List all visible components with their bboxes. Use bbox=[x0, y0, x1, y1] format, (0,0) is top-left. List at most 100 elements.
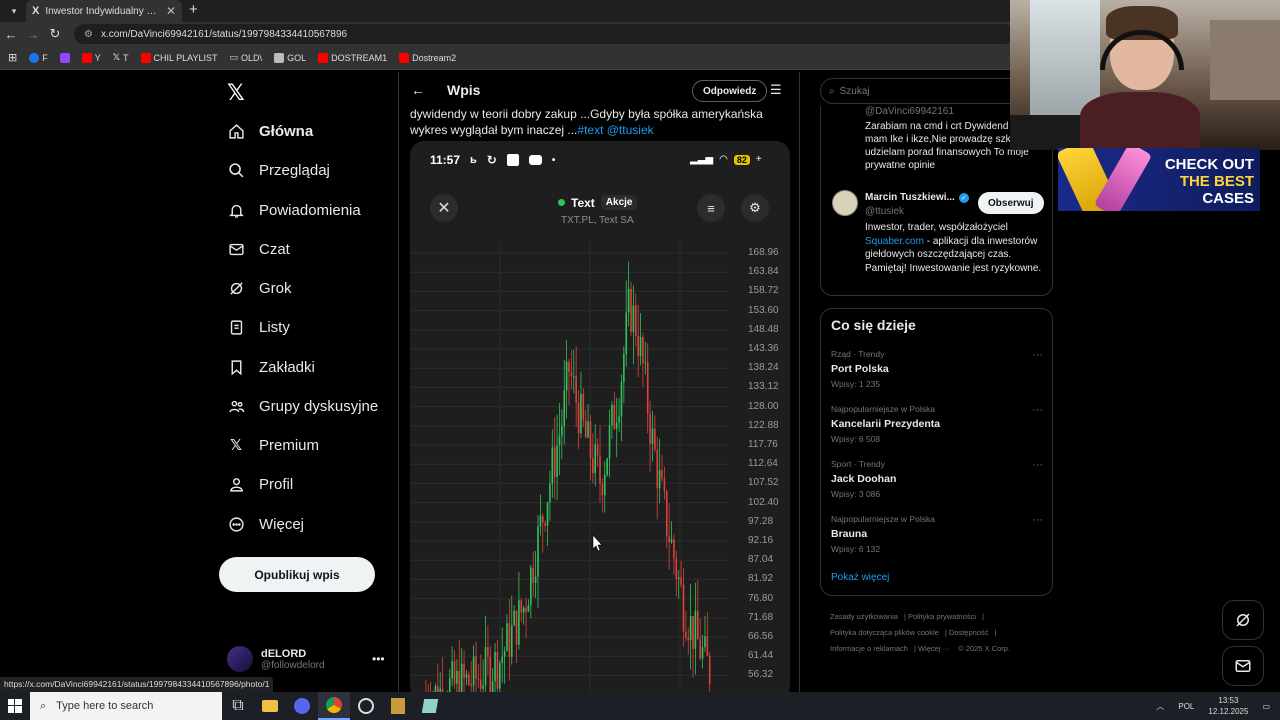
bookmark-item[interactable]: Y bbox=[81, 52, 101, 63]
tab-search-chevron-icon[interactable]: ▾ bbox=[6, 3, 22, 19]
mention-link[interactable]: @ttusiek bbox=[607, 123, 654, 137]
post-button[interactable]: Opublikuj wpis bbox=[219, 557, 375, 592]
chart-canvas bbox=[410, 241, 728, 692]
windows-start-icon[interactable] bbox=[0, 699, 30, 713]
footer-link[interactable]: Polityka dotycząca plików cookie bbox=[830, 628, 939, 637]
sidebar-item-grok[interactable]: Grok bbox=[227, 279, 292, 297]
close-icon: ✕ bbox=[430, 194, 458, 222]
show-more-link[interactable]: Pokaż więcej bbox=[831, 572, 889, 583]
language-indicator[interactable]: POL bbox=[1178, 702, 1194, 711]
forward-arrow-icon[interactable]: → bbox=[22, 27, 44, 42]
system-tray: ︿ POL 13:53 12.12.2025 ▭ bbox=[1156, 692, 1280, 720]
apps-grid-icon[interactable]: ⊞ bbox=[8, 51, 17, 64]
back-arrow-icon[interactable]: ← bbox=[0, 27, 22, 42]
post-image[interactable]: 11:57 ь ↻ • ▂▃▅ ◠ 82 + ✕ Text Akcje TXT.… bbox=[410, 141, 790, 692]
candle-body bbox=[482, 685, 484, 689]
chrome-icon[interactable] bbox=[318, 692, 350, 720]
webcam-person-shirt bbox=[1080, 92, 1200, 150]
youtube-icon bbox=[399, 52, 410, 63]
messages-fab-button[interactable] bbox=[1222, 646, 1264, 686]
trend-item[interactable]: Sport · Trendy Jack Doohan Wpisy: 3 086 … bbox=[831, 459, 1043, 499]
trend-item[interactable]: Rząd · Trendy Port Polska Wpisy: 1 235 ·… bbox=[831, 349, 1043, 389]
footer-link[interactable]: Zasady użytkowania bbox=[830, 612, 898, 621]
bookmark-item[interactable]: ▭ OLD\ bbox=[230, 52, 263, 63]
candle-body bbox=[618, 416, 620, 423]
bookmark-item[interactable]: F bbox=[29, 52, 48, 63]
trend-item[interactable]: Najpopularniejsze w Polska Kancelarii Pr… bbox=[831, 404, 1043, 444]
bio-link[interactable]: Squaber.com bbox=[865, 236, 924, 247]
bell-icon bbox=[227, 201, 245, 219]
footer-link[interactable]: Polityka prywatności bbox=[908, 612, 976, 621]
candle-body bbox=[682, 584, 685, 632]
sidebar-item-bookmarks[interactable]: Zakładki bbox=[227, 358, 315, 376]
sidebar-item-home[interactable]: Główna bbox=[227, 122, 313, 140]
discord-icon[interactable] bbox=[286, 692, 318, 720]
post-text: dywidendy w teorii dobry zakup ...Gdyby … bbox=[410, 106, 790, 138]
candle-body bbox=[456, 670, 458, 684]
bookmark-item[interactable] bbox=[59, 52, 70, 63]
bookmark-item[interactable]: DOSTREAM1 bbox=[318, 52, 387, 63]
candle-body bbox=[551, 447, 554, 484]
url-field[interactable]: ⚙ x.com/DaVinci69942161/status/199798433… bbox=[74, 24, 1014, 44]
follow-button[interactable]: Obserwuj bbox=[978, 192, 1044, 214]
more-dots-icon[interactable]: ··· bbox=[1032, 514, 1043, 526]
task-view-icon[interactable]: ⧉ bbox=[222, 692, 254, 720]
bookmark-item[interactable]: Dostream2 bbox=[399, 52, 456, 63]
hashtag-link[interactable]: #text bbox=[577, 123, 603, 137]
notification-icon[interactable]: ▭ bbox=[1262, 702, 1270, 711]
footer-link[interactable]: Informacje o reklamach bbox=[830, 644, 908, 653]
candle-body bbox=[582, 393, 585, 421]
sidebar-item-notifications[interactable]: Powiadomienia bbox=[227, 201, 361, 219]
candle-body bbox=[603, 474, 606, 496]
sidebar-item-label: Listy bbox=[259, 318, 290, 336]
more-dots-icon[interactable]: ··· bbox=[1032, 349, 1043, 361]
filter-sliders-icon[interactable]: ☰ bbox=[770, 82, 782, 98]
candle-body bbox=[670, 539, 673, 543]
app-icon[interactable] bbox=[382, 692, 414, 720]
back-arrow-icon[interactable]: ← bbox=[411, 82, 425, 98]
y-tick-label: 107.52 bbox=[748, 477, 779, 489]
clock[interactable]: 13:53 12.12.2025 bbox=[1208, 695, 1248, 717]
more-dots-icon[interactable]: ••• bbox=[372, 652, 385, 666]
bookmark-item[interactable]: CHIL PLAYLIST bbox=[140, 52, 218, 63]
new-tab-button[interactable]: + bbox=[189, 1, 198, 18]
account-handle: @followdelord bbox=[261, 659, 325, 671]
sidebar-item-chat[interactable]: Czat bbox=[227, 240, 290, 258]
obs-icon[interactable] bbox=[350, 692, 382, 720]
candle-body bbox=[549, 483, 551, 503]
site-info-icon[interactable]: ⚙ bbox=[84, 29, 93, 40]
x-logo-icon[interactable]: 𝕏 bbox=[227, 80, 245, 106]
candle-body bbox=[594, 444, 597, 474]
sidebar-item-explore[interactable]: Przeglądaj bbox=[227, 161, 330, 179]
folder-icon: ▭ bbox=[229, 52, 239, 62]
bookmark-item[interactable]: 𝕏T bbox=[113, 52, 129, 63]
taskbar-search-input[interactable]: ⌕ Type here to search bbox=[30, 692, 222, 720]
sidebar-item-profile[interactable]: Profil bbox=[227, 475, 293, 493]
reply-button[interactable]: Odpowiedz bbox=[692, 80, 768, 102]
sidebar-item-communities[interactable]: Grupy dyskusyjne bbox=[227, 397, 378, 415]
browser-tab-active[interactable]: X Inwestor Indywidualny w serwisie X ✕ bbox=[26, 0, 182, 22]
footer-link[interactable]: Więcej ··· bbox=[918, 644, 950, 653]
tab-close-icon[interactable]: ✕ bbox=[166, 4, 176, 18]
stock-title: Text Akcje bbox=[558, 195, 638, 210]
more-dots-icon[interactable]: ··· bbox=[1032, 459, 1043, 471]
grok-fab-button[interactable] bbox=[1222, 600, 1264, 640]
candle-body bbox=[592, 458, 594, 474]
file-explorer-icon[interactable] bbox=[254, 692, 286, 720]
app-icon[interactable] bbox=[414, 692, 446, 720]
sidebar-item-more[interactable]: Więcej bbox=[227, 515, 304, 533]
sidebar-item-premium[interactable]: 𝕏 Premium bbox=[227, 436, 319, 455]
candle-body bbox=[572, 376, 575, 378]
bookmark-item[interactable]: GOL bbox=[274, 52, 306, 63]
footer-link[interactable]: Dostępność bbox=[949, 628, 989, 637]
reload-icon[interactable]: ↻ bbox=[44, 26, 66, 42]
account-switcher[interactable]: dELORD @followdelord ••• bbox=[227, 646, 385, 672]
candle-body bbox=[525, 607, 527, 612]
trend-item[interactable]: Najpopularniejsze w Polska Brauna Wpisy:… bbox=[831, 514, 1043, 554]
chevron-up-icon[interactable]: ︿ bbox=[1156, 701, 1164, 712]
account-name[interactable]: Marcin Tuszkiewi... ✓ bbox=[865, 192, 969, 203]
stock-ticker: Text bbox=[571, 195, 595, 210]
sidebar-item-lists[interactable]: Listy bbox=[227, 318, 290, 336]
more-dots-icon[interactable]: ··· bbox=[1032, 404, 1043, 416]
avatar[interactable] bbox=[832, 190, 858, 216]
